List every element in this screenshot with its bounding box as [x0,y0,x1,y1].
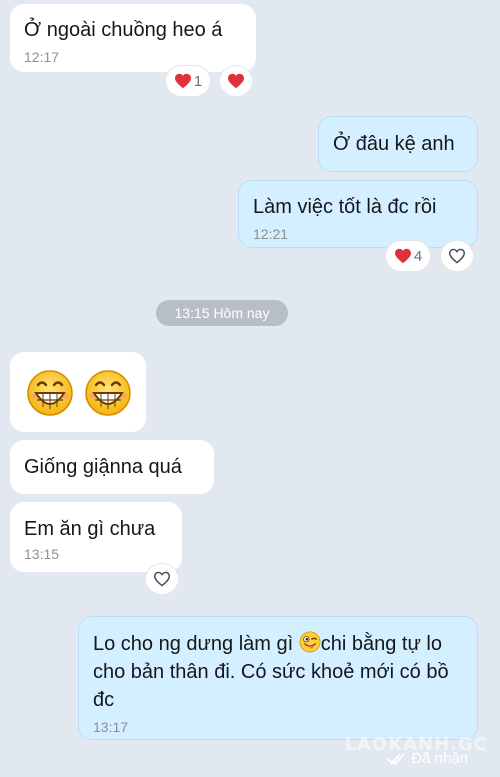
double-check-icon [387,753,405,765]
message-time: 13:15 [24,546,60,562]
heart-outline-icon [448,248,466,264]
date-separator: 13:15 Hôm nay [156,300,288,326]
message-text: Ở ngoài chuồng heo á [24,19,223,41]
message-time: 12:21 [253,226,289,242]
message-bubble-outgoing[interactable]: Làm việc tốt là đc rồi 12:21 [238,180,478,248]
heart-icon [394,248,411,264]
message-text: Lo cho ng dưng làm gì [93,633,299,655]
grin-emoji [85,370,131,416]
react-button[interactable] [146,564,178,594]
message-text: Em ăn gì chưa [24,518,156,540]
heart-outline-icon [153,571,171,587]
reaction-heart-count[interactable]: 1 [166,66,210,96]
reaction-count: 1 [193,72,203,90]
message-bubble-emoji[interactable] [10,352,146,432]
tongue-wink-emoji [299,631,321,653]
heart-icon [228,73,244,89]
status-text: Đã nhận [411,750,468,767]
reaction-heart-count[interactable]: 4 [386,241,430,271]
message-bubble-incoming[interactable]: Giống giậnna quá [10,440,214,494]
react-button[interactable] [220,66,252,96]
message-bubble-outgoing[interactable]: Ở đâu kệ anh [318,116,478,172]
message-bubble-outgoing[interactable]: Lo cho ng dưng làm gì chi bằng tự lo cho… [78,616,478,740]
reaction-count: 4 [413,247,423,265]
delivery-status: Đã nhận [387,750,468,767]
heart-icon [174,73,191,89]
message-time: 12:17 [24,49,60,65]
message-bubble-incoming[interactable]: Ở ngoài chuồng heo á 12:17 [10,4,256,72]
grin-emoji [27,370,73,416]
react-button[interactable] [441,241,473,271]
message-bubble-incoming[interactable]: Em ăn gì chưa 13:15 [10,502,182,572]
message-text: Làm việc tốt là đc rồi [253,196,437,218]
message-text: Giống giậnna quá [24,456,182,478]
message-text: Ở đâu kệ anh [333,133,455,155]
